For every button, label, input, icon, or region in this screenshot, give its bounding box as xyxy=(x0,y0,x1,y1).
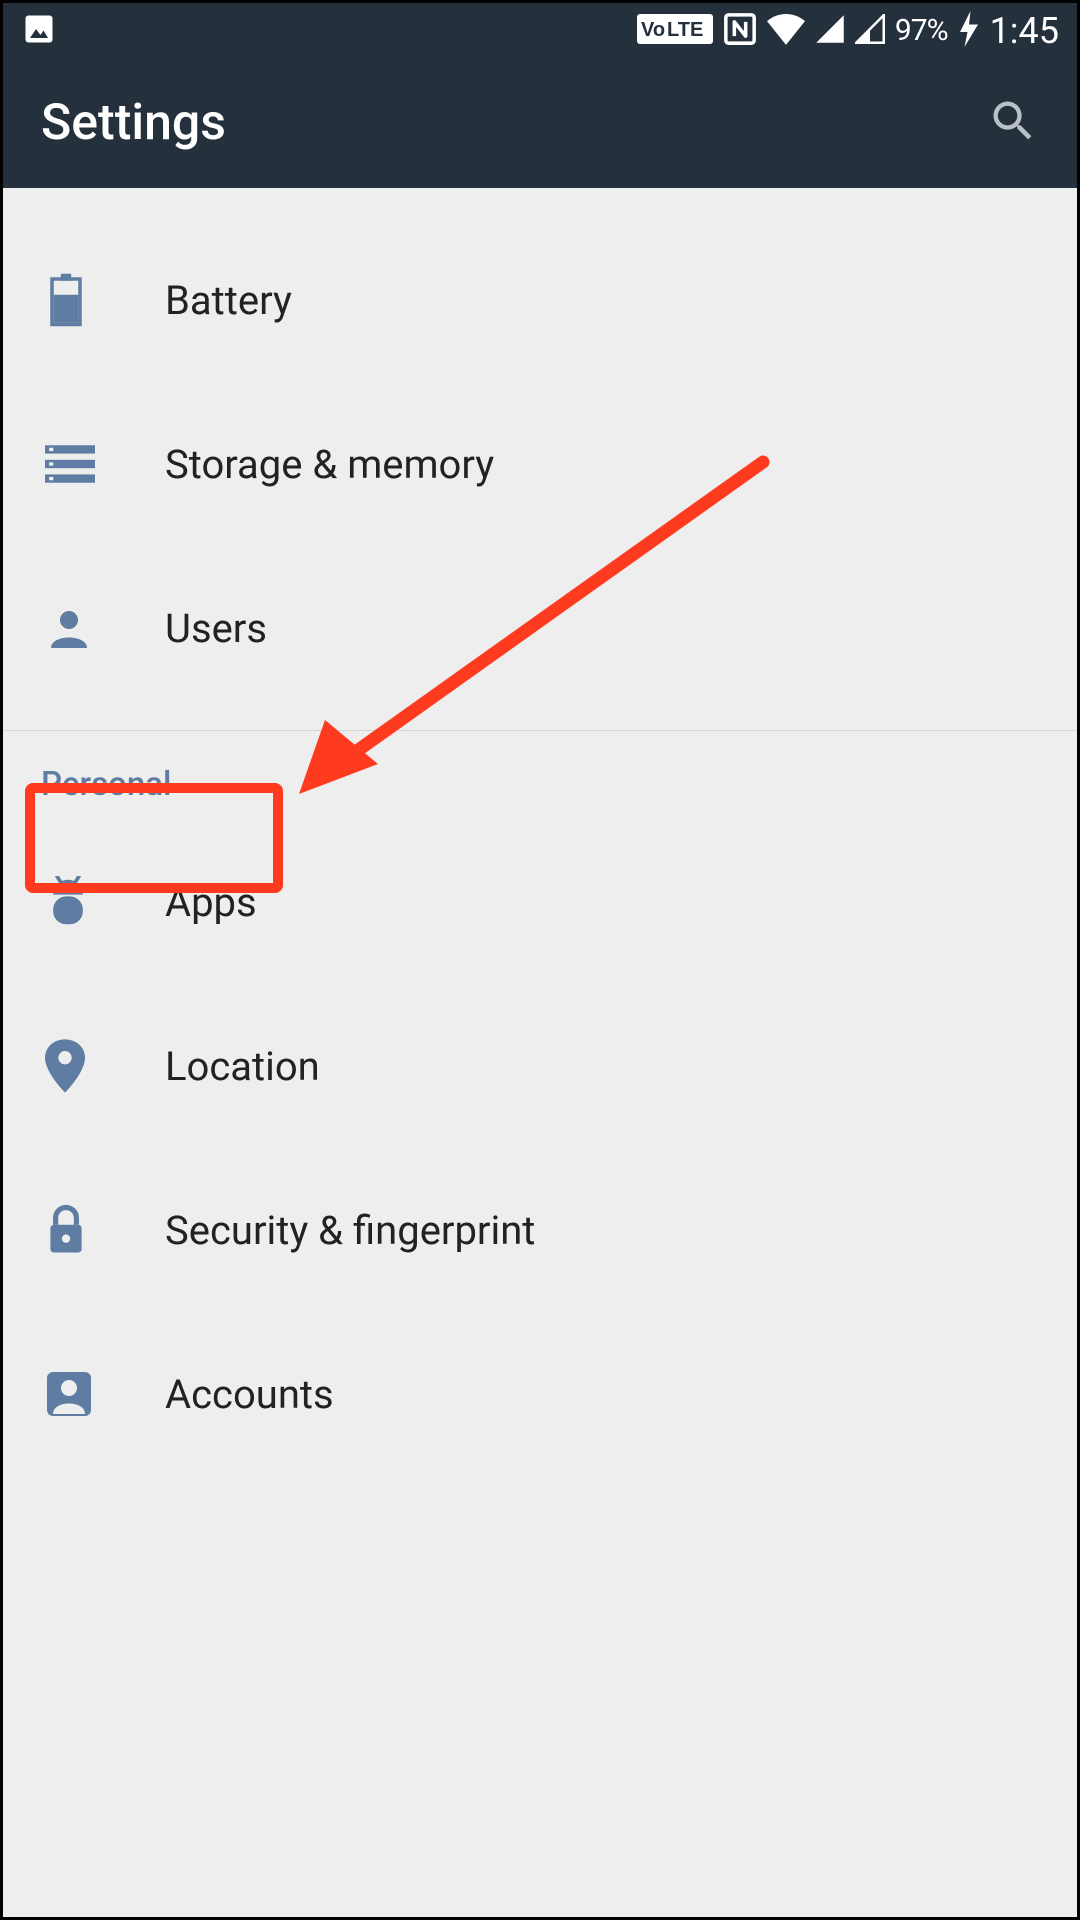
nfc-icon xyxy=(723,12,757,50)
battery-icon xyxy=(45,273,165,327)
picture-icon xyxy=(21,11,57,51)
svg-text:Vo: Vo xyxy=(641,19,665,41)
lock-icon xyxy=(45,1204,165,1256)
status-bar: VoLTE 97% 1:45 xyxy=(3,3,1077,58)
account-icon xyxy=(45,1370,165,1418)
user-icon xyxy=(45,604,165,652)
section-title-personal: Personal xyxy=(3,731,1077,814)
volte-icon: VoLTE xyxy=(637,14,713,48)
row-label: Storage & memory xyxy=(165,441,494,488)
row-label: Apps xyxy=(165,879,257,926)
wifi-icon xyxy=(767,13,805,49)
users-row[interactable]: Users xyxy=(3,546,1077,710)
security-row[interactable]: Security & fingerprint xyxy=(3,1148,1077,1312)
android-icon xyxy=(45,876,165,928)
storage-row[interactable]: Storage & memory xyxy=(3,382,1077,546)
signal2-icon xyxy=(855,14,885,48)
search-button[interactable] xyxy=(987,95,1039,151)
signal-icon xyxy=(815,14,845,48)
row-label: Battery xyxy=(165,277,292,324)
page-title: Settings xyxy=(41,94,226,152)
svg-text:LTE: LTE xyxy=(667,19,703,41)
battery-percent: 97% xyxy=(895,13,948,48)
clock: 1:45 xyxy=(990,10,1059,52)
row-label: Location xyxy=(165,1043,320,1090)
pin-icon xyxy=(45,1039,165,1093)
bolt-icon xyxy=(958,11,980,51)
row-label: Security & fingerprint xyxy=(165,1207,535,1254)
accounts-row[interactable]: Accounts xyxy=(3,1312,1077,1476)
location-row[interactable]: Location xyxy=(3,984,1077,1148)
storage-icon xyxy=(45,444,165,484)
row-label: Users xyxy=(165,605,267,652)
battery-row[interactable]: Battery xyxy=(3,218,1077,382)
settings-list: Battery Storage & memory Users Personal … xyxy=(3,188,1077,1917)
apps-row[interactable]: Apps xyxy=(3,820,1077,984)
app-bar: Settings xyxy=(3,58,1077,188)
search-icon xyxy=(987,95,1039,147)
row-label: Accounts xyxy=(165,1371,334,1418)
